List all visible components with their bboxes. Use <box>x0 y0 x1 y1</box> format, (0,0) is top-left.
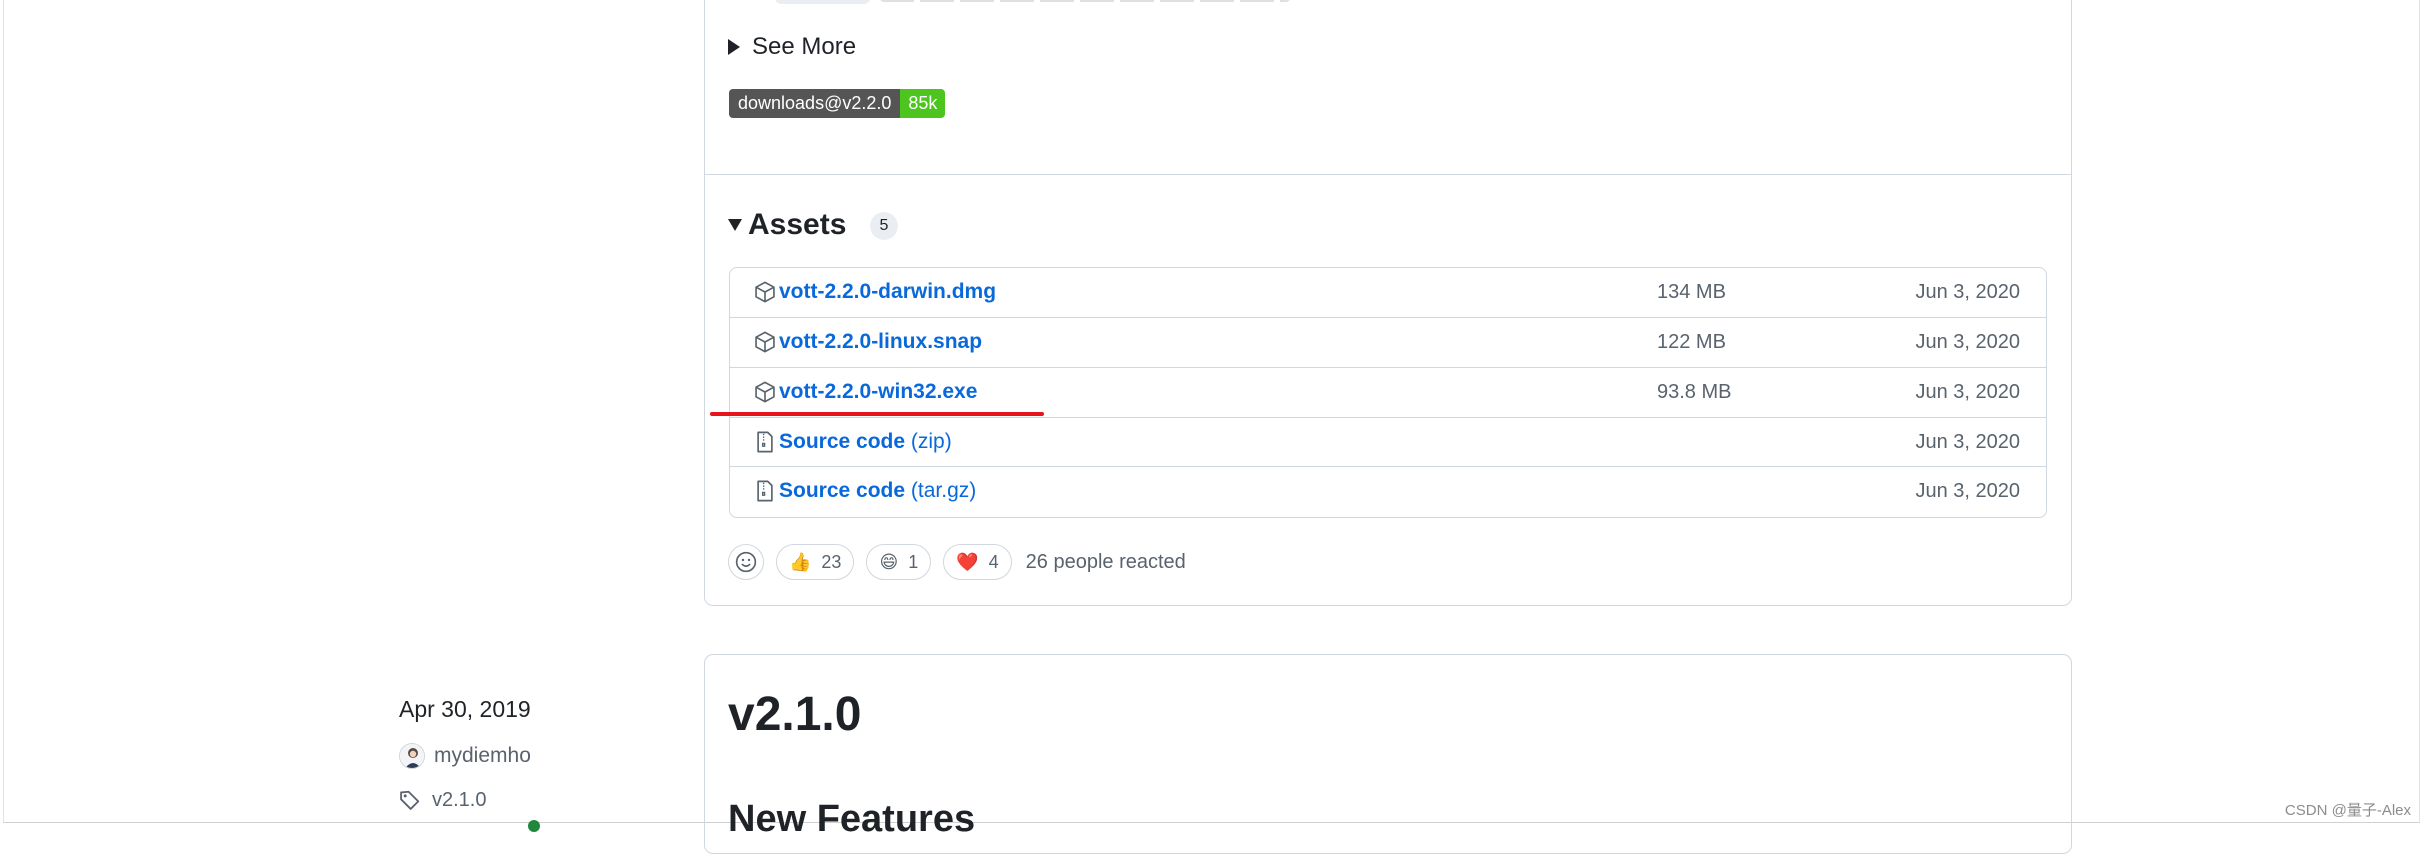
asset-size: 93.8 MB <box>1657 381 1732 403</box>
reaction-laugh[interactable]: 😄 1 <box>866 544 932 580</box>
truncated-text <box>880 0 1290 2</box>
asset-row: vott-2.2.0-win32.exe 93.8 MB Jun 3, 2020 <box>730 367 2046 417</box>
smiley-icon <box>735 551 757 573</box>
watermark: CSDN @量子-Alex <box>2284 802 2411 819</box>
tag-icon <box>400 790 420 810</box>
assets-title: Assets <box>748 208 847 241</box>
release-author[interactable]: mydiemho <box>399 742 531 770</box>
reactions-bar: 👍 23 😄 1 ❤️ 4 26 people reacted <box>728 543 1186 581</box>
add-reaction-button[interactable] <box>728 544 764 580</box>
asset-row: Source code (tar.gz) Jun 3, 2020 <box>730 466 2046 516</box>
asset-row: vott-2.2.0-linux.snap 122 MB Jun 3, 2020 <box>730 317 2046 367</box>
asset-link[interactable]: vott-2.2.0-win32.exe <box>779 380 977 404</box>
release-title[interactable]: v2.1.0 <box>728 687 861 742</box>
see-more-label: See More <box>752 33 857 60</box>
asset-link[interactable]: Source code (tar.gz) <box>779 479 976 503</box>
asset-link[interactable]: vott-2.2.0-darwin.dmg <box>779 280 996 304</box>
tag-label: v2.1.0 <box>432 788 487 811</box>
reaction-count: 4 <box>988 551 999 572</box>
asset-date: Jun 3, 2020 <box>1915 381 2020 403</box>
file-zip-icon <box>757 431 773 453</box>
assets-count-badge: 5 <box>870 212 898 240</box>
reaction-heart[interactable]: ❤️ 4 <box>943 544 1012 580</box>
file-zip-icon <box>757 480 773 502</box>
reaction-thumbs-up[interactable]: 👍 23 <box>776 544 855 580</box>
asset-link[interactable]: vott-2.2.0-linux.snap <box>779 330 982 354</box>
package-icon <box>755 281 775 303</box>
package-icon <box>755 381 775 403</box>
see-more-toggle[interactable]: See More <box>728 30 856 64</box>
asset-row: vott-2.2.0-darwin.dmg 134 MB Jun 3, 2020 <box>730 268 2046 318</box>
asset-date: Jun 3, 2020 <box>1915 331 2020 353</box>
reaction-count: 1 <box>908 551 919 572</box>
reaction-count: 23 <box>821 551 842 572</box>
verified-dot <box>528 820 540 832</box>
asset-date: Jun 3, 2020 <box>1915 431 2020 453</box>
laugh-icon: 😄 <box>879 551 899 572</box>
caret-right-icon <box>728 39 740 55</box>
asset-row: Source code (zip) Jun 3, 2020 <box>730 417 2046 467</box>
release-date: Apr 30, 2019 <box>399 696 531 722</box>
asset-size: 122 MB <box>1657 331 1726 353</box>
downloads-badge: downloads@v2.2.0 85k <box>729 89 946 118</box>
heart-icon: ❤️ <box>956 551 979 572</box>
asset-link[interactable]: Source code (zip) <box>779 430 952 454</box>
asset-date: Jun 3, 2020 <box>1915 281 2020 303</box>
thumbs-up-icon: 👍 <box>789 551 812 572</box>
caret-down-icon <box>728 219 742 231</box>
badge-value: 85k <box>900 89 946 118</box>
red-underline-annotation <box>710 412 1044 416</box>
asset-list: vott-2.2.0-darwin.dmg 134 MB Jun 3, 2020… <box>729 267 2047 518</box>
asset-size: 134 MB <box>1657 281 1726 303</box>
badge-label: downloads@v2.2.0 <box>729 89 901 118</box>
assets-toggle[interactable]: Assets <box>728 205 846 245</box>
asset-date: Jun 3, 2020 <box>1915 480 2020 502</box>
section-divider <box>704 174 2072 175</box>
package-icon <box>755 331 775 353</box>
avatar <box>399 743 425 769</box>
author-name: mydiemho <box>434 744 531 767</box>
release-tag[interactable]: v2.1.0 <box>399 786 486 814</box>
new-features-heading: New Features <box>728 798 976 840</box>
reactions-summary: 26 people reacted <box>1025 550 1186 573</box>
truncated-label <box>775 0 870 4</box>
